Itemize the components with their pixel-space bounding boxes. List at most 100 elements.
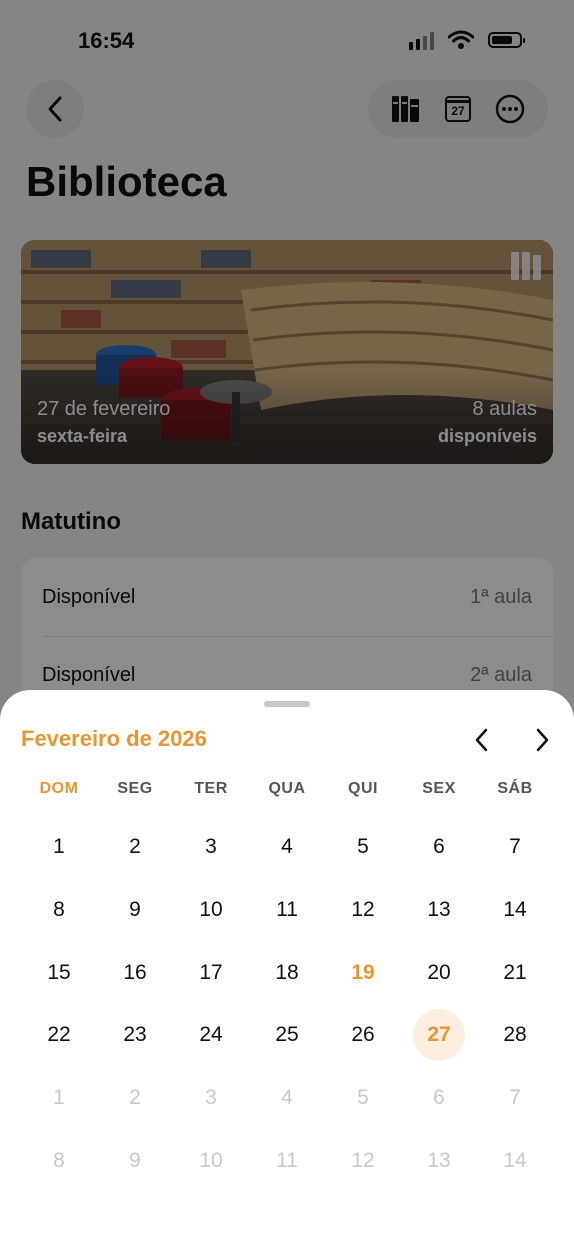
calendar-day-number: 27 bbox=[413, 1009, 465, 1062]
calendar-day-number: 11 bbox=[276, 898, 298, 922]
calendar-day[interactable]: 26 bbox=[325, 1004, 401, 1067]
calendar-day-number: 13 bbox=[427, 898, 451, 922]
calendar-day-number: 26 bbox=[351, 1023, 375, 1047]
calendar-day: 2 bbox=[97, 1067, 173, 1130]
calendar-day-number: 3 bbox=[205, 1086, 217, 1110]
calendar-day-number: 20 bbox=[427, 960, 451, 984]
weekday-header: DOM SEG TER QUA QUI SEX SÁB bbox=[21, 780, 553, 798]
calendar-day[interactable]: 16 bbox=[97, 941, 173, 1004]
calendar-day-number: 4 bbox=[281, 835, 293, 859]
calendar-day-number: 16 bbox=[123, 960, 147, 984]
calendar-day: 6 bbox=[401, 1067, 477, 1130]
calendar-day: 14 bbox=[477, 1129, 553, 1192]
calendar-day[interactable]: 6 bbox=[401, 816, 477, 879]
calendar-day[interactable]: 21 bbox=[477, 941, 553, 1004]
chevron-right-icon bbox=[536, 728, 549, 752]
calendar-day-number: 3 bbox=[205, 835, 217, 859]
calendar-day-number: 12 bbox=[351, 898, 375, 922]
calendar-day-number: 1 bbox=[53, 835, 65, 859]
weekday-label: SEG bbox=[117, 780, 153, 797]
calendar-day[interactable]: 3 bbox=[173, 816, 249, 879]
calendar-day[interactable]: 20 bbox=[401, 941, 477, 1004]
calendar-day: 10 bbox=[173, 1129, 249, 1192]
calendar-day: 13 bbox=[401, 1129, 477, 1192]
weekday-label: TER bbox=[194, 780, 228, 797]
calendar-day[interactable]: 24 bbox=[173, 1004, 249, 1067]
calendar-day: 8 bbox=[21, 1129, 97, 1192]
previous-month-button[interactable] bbox=[466, 724, 498, 756]
calendar-day: 9 bbox=[97, 1129, 173, 1192]
calendar-day-number: 6 bbox=[433, 1086, 445, 1110]
calendar-sheet: Fevereiro de 2026 DOM SEG TER QUA QUI SE… bbox=[0, 690, 574, 1248]
calendar-day: 4 bbox=[249, 1067, 325, 1130]
month-title: Fevereiro de 2026 bbox=[21, 726, 207, 751]
chevron-left-icon bbox=[475, 728, 488, 752]
calendar-day[interactable]: 11 bbox=[249, 879, 325, 942]
calendar-day[interactable]: 18 bbox=[249, 941, 325, 1004]
sheet-grabber[interactable] bbox=[264, 701, 310, 707]
calendar-day-number: 10 bbox=[199, 1148, 223, 1172]
calendar-day-number: 5 bbox=[357, 1086, 369, 1110]
calendar-day[interactable]: 9 bbox=[97, 879, 173, 942]
weekday-label: QUA bbox=[268, 780, 306, 797]
calendar-day[interactable]: 2 bbox=[97, 816, 173, 879]
calendar-day-number: 21 bbox=[503, 960, 527, 984]
weekday-label: SÁB bbox=[497, 780, 533, 797]
calendar-day: 12 bbox=[325, 1129, 401, 1192]
calendar-day-selected[interactable]: 27 bbox=[401, 1004, 477, 1067]
calendar-day-number: 19 bbox=[351, 960, 375, 984]
calendar-day: 3 bbox=[173, 1067, 249, 1130]
calendar-day-number: 7 bbox=[509, 1086, 521, 1110]
weekday-label: QUI bbox=[348, 780, 378, 797]
calendar-day-number: 15 bbox=[47, 960, 71, 984]
calendar-day-number: 22 bbox=[47, 1023, 71, 1047]
calendar-day[interactable]: 1 bbox=[21, 816, 97, 879]
calendar-day: 5 bbox=[325, 1067, 401, 1130]
calendar-day: 7 bbox=[477, 1067, 553, 1130]
calendar-day-number: 12 bbox=[351, 1148, 375, 1172]
calendar-day-number: 11 bbox=[276, 1148, 298, 1172]
calendar-day[interactable]: 23 bbox=[97, 1004, 173, 1067]
calendar-day[interactable]: 22 bbox=[21, 1004, 97, 1067]
calendar-day[interactable]: 10 bbox=[173, 879, 249, 942]
calendar-day[interactable]: 4 bbox=[249, 816, 325, 879]
calendar-day[interactable]: 28 bbox=[477, 1004, 553, 1067]
calendar-day-number: 9 bbox=[129, 898, 141, 922]
calendar-day: 11 bbox=[249, 1129, 325, 1192]
calendar-day[interactable]: 8 bbox=[21, 879, 97, 942]
calendar-day-number: 13 bbox=[427, 1148, 451, 1172]
calendar-grid: 1 2 3 4 5 6 7 8 9 10 11 12 13 14 15 16 17 18 19 20 21 22 23 24 2… bbox=[21, 816, 553, 1192]
calendar-day[interactable]: 5 bbox=[325, 816, 401, 879]
calendar-day-number: 24 bbox=[199, 1023, 223, 1047]
calendar-day-number: 2 bbox=[129, 1086, 141, 1110]
calendar-day-number: 8 bbox=[53, 1148, 65, 1172]
calendar-day: 1 bbox=[21, 1067, 97, 1130]
calendar-day-number: 7 bbox=[509, 835, 521, 859]
calendar-day-number: 4 bbox=[281, 1086, 293, 1110]
calendar-day[interactable]: 14 bbox=[477, 879, 553, 942]
calendar-day[interactable]: 19 bbox=[325, 941, 401, 1004]
calendar-day-number: 18 bbox=[275, 960, 299, 984]
calendar-day[interactable]: 15 bbox=[21, 941, 97, 1004]
calendar-day-number: 23 bbox=[123, 1023, 147, 1047]
calendar-day-number: 6 bbox=[433, 835, 445, 859]
next-month-button[interactable] bbox=[526, 724, 558, 756]
calendar-day-number: 25 bbox=[275, 1023, 299, 1047]
calendar-day-number: 28 bbox=[503, 1023, 527, 1047]
calendar-day[interactable]: 17 bbox=[173, 941, 249, 1004]
calendar-day-number: 14 bbox=[503, 1148, 527, 1172]
calendar-day[interactable]: 7 bbox=[477, 816, 553, 879]
calendar-day-number: 10 bbox=[199, 898, 223, 922]
calendar-day-number: 14 bbox=[503, 898, 527, 922]
calendar-day[interactable]: 13 bbox=[401, 879, 477, 942]
calendar-day-number: 9 bbox=[129, 1148, 141, 1172]
calendar-day[interactable]: 25 bbox=[249, 1004, 325, 1067]
weekday-label: SEX bbox=[422, 780, 456, 797]
calendar-day-number: 8 bbox=[53, 898, 65, 922]
calendar-day-number: 2 bbox=[129, 835, 141, 859]
calendar-day-number: 5 bbox=[357, 835, 369, 859]
calendar-day-number: 1 bbox=[53, 1086, 65, 1110]
calendar-day-number: 17 bbox=[199, 960, 223, 984]
calendar-day[interactable]: 12 bbox=[325, 879, 401, 942]
weekday-label: DOM bbox=[39, 780, 79, 797]
